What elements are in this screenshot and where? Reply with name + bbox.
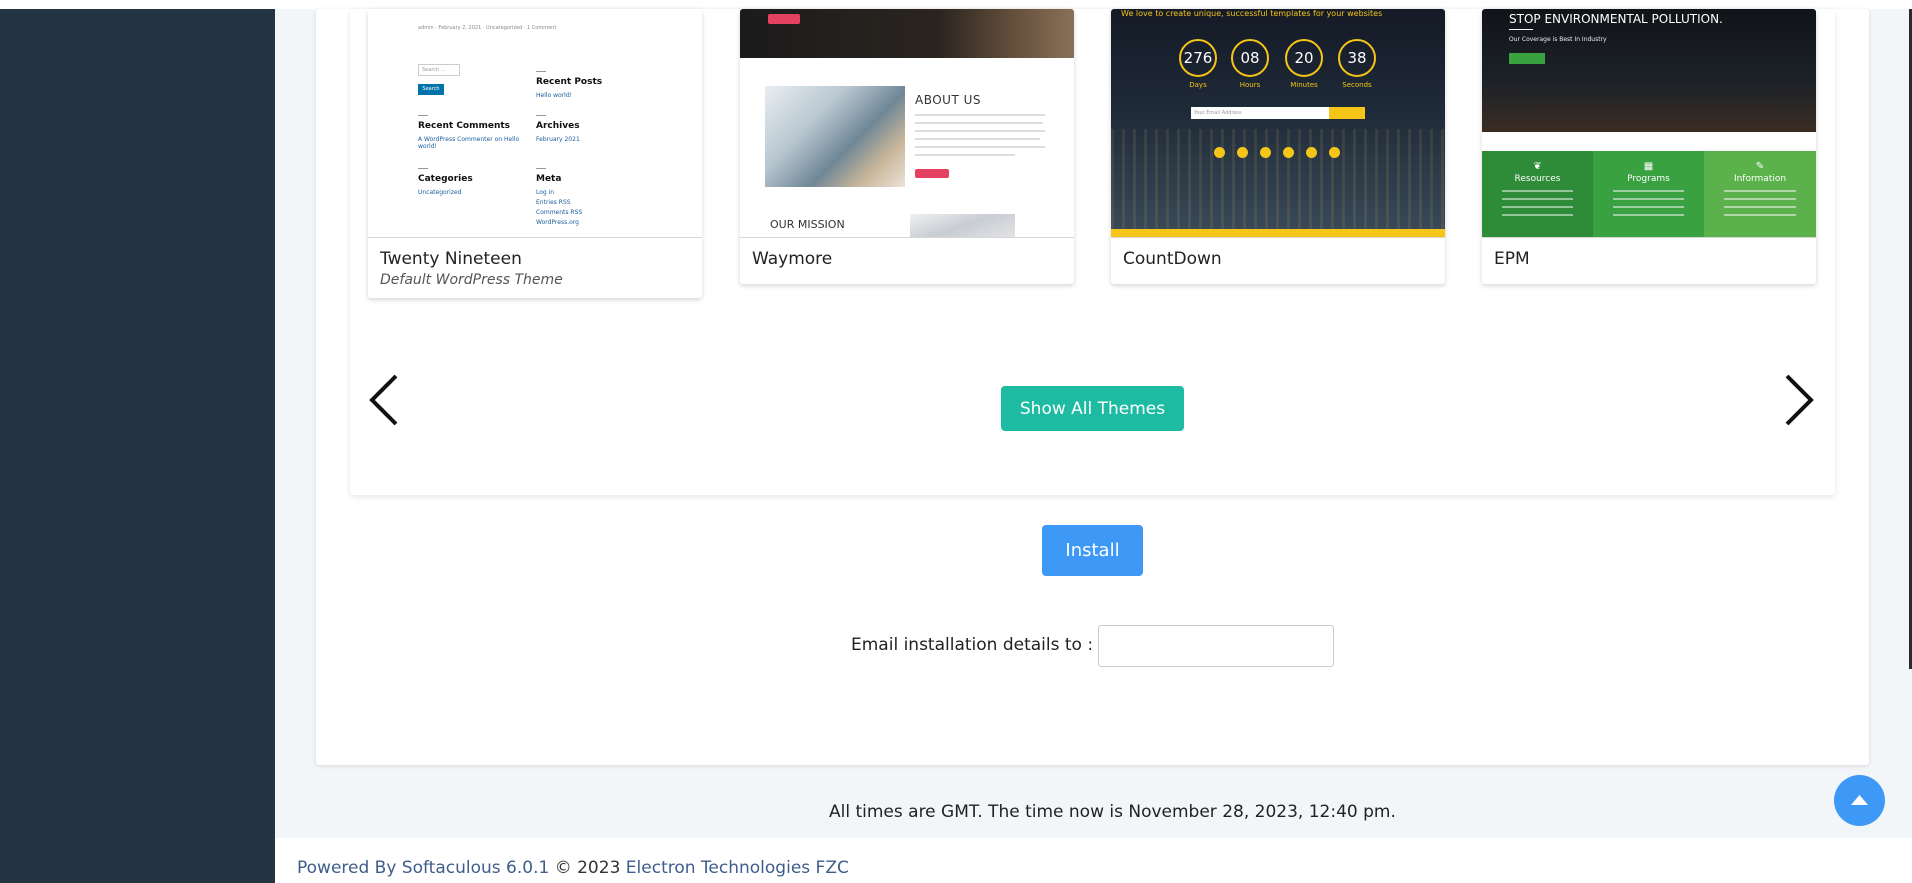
theme-name: Waymore [752, 249, 833, 269]
grid-icon: ▦ [1643, 161, 1654, 172]
caret-up-icon [1851, 795, 1868, 805]
thumb-button [768, 14, 800, 24]
theme-thumbnail: We love to create unique, successful tem… [1111, 9, 1445, 238]
divider [536, 168, 546, 169]
thumb-hero [1482, 9, 1816, 132]
theme-name: CountDown [1123, 249, 1222, 269]
thumb-heading: OUR MISSION [770, 218, 845, 231]
countdown-unit: Hours [1239, 81, 1261, 89]
thumb-subscribe-button [1329, 107, 1365, 119]
thumb-link: Entries RSS [536, 199, 571, 206]
post-meta: admin · February 2, 2021 · Uncategorized… [418, 25, 557, 31]
thumb-heading: Recent Posts [536, 77, 603, 87]
theme-name: Twenty Nineteen [380, 249, 522, 269]
social-icon [1329, 147, 1340, 158]
thumb-link: Comments RSS [536, 209, 583, 216]
office-photo [765, 86, 905, 187]
interior-photo [910, 214, 1015, 237]
thumb-button [1509, 53, 1545, 64]
thumb-column: ▦ Programs [1593, 151, 1704, 237]
chevron-left-icon[interactable] [366, 372, 406, 428]
email-label: Email installation details to : [851, 635, 1094, 655]
countdown-unit: Seconds [1342, 81, 1372, 89]
social-icon [1260, 147, 1271, 158]
countdown-circle: 20 [1285, 39, 1323, 77]
social-icon [1306, 147, 1317, 158]
theme-card-waymore[interactable]: ABOUT US OUR MISSION Waymore [740, 9, 1074, 284]
countdown-circle: 38 [1338, 39, 1376, 77]
show-all-themes-button[interactable]: Show All Themes [1001, 386, 1184, 431]
edit-icon: ✎ [1755, 161, 1765, 172]
thumb-tagline: We love to create unique, successful tem… [1121, 9, 1383, 18]
thumb-heading: Meta [536, 174, 562, 184]
countdown-circle: 08 [1231, 39, 1269, 77]
divider [418, 168, 428, 169]
theme-subtitle: Default WordPress Theme [380, 272, 563, 288]
thumb-heading: ABOUT US [915, 93, 982, 107]
thumb-footer-bar [1111, 229, 1445, 237]
theme-card-twenty-nineteen[interactable]: admin · February 2, 2021 · Uncategorized… [368, 9, 702, 298]
thumb-heading: Categories [418, 174, 473, 184]
top-strip [0, 0, 1912, 9]
text-line [915, 114, 1045, 116]
thumb-link: February 2021 [536, 136, 580, 143]
softaculous-link[interactable]: Powered By Softaculous 6.0.1 [297, 858, 549, 878]
theme-card-countdown[interactable]: We love to create unique, successful tem… [1111, 9, 1445, 284]
column-title: Information [1733, 174, 1787, 184]
copyright-text: © 2023 [549, 858, 626, 878]
email-input[interactable] [1098, 625, 1334, 667]
theme-name: EPM [1494, 249, 1530, 269]
theme-thumbnail: STOP ENVIRONMENTAL POLLUTION. Our Covera… [1482, 9, 1816, 238]
thumb-subheading: Our Coverage is Best In Industry [1509, 36, 1607, 43]
sidebar [0, 9, 275, 883]
thumb-link: A WordPress Commenter on Hello world! [418, 136, 520, 150]
column-title: Resources [1514, 174, 1561, 184]
scroll-to-top-button[interactable] [1834, 775, 1885, 826]
divider [418, 115, 428, 116]
leaf-icon: ❦ [1533, 161, 1542, 172]
countdown-unit: Minutes [1290, 81, 1318, 89]
divider [536, 115, 546, 116]
countdown-unit: Days [1189, 81, 1207, 89]
server-time: All times are GMT. The time now is Novem… [829, 802, 1396, 822]
text-line [915, 146, 1045, 148]
company-link[interactable]: Electron Technologies FZC [626, 858, 849, 878]
thumb-link: WordPress.org [536, 219, 579, 226]
thumb-heading: Archives [536, 121, 580, 131]
footer: Powered By Softaculous 6.0.1 © 2023 Elec… [297, 858, 849, 878]
thumb-search-input: Search ... [418, 64, 460, 76]
chevron-right-icon[interactable] [1777, 372, 1817, 428]
thumb-link: Uncategorized [418, 189, 462, 196]
divider [536, 71, 546, 72]
theme-thumbnail: ABOUT US OUR MISSION [740, 9, 1074, 238]
thumb-heading: STOP ENVIRONMENTAL POLLUTION. [1509, 12, 1723, 26]
column-title: Programs [1627, 174, 1670, 184]
countdown-circle: 276 [1179, 39, 1217, 77]
text-line [915, 138, 1040, 140]
theme-card-epm[interactable]: STOP ENVIRONMENTAL POLLUTION. Our Covera… [1482, 9, 1816, 284]
install-button[interactable]: Install [1042, 525, 1143, 576]
thumb-column: ✎ Information [1704, 151, 1816, 237]
thumb-button [915, 169, 949, 178]
divider [1509, 29, 1533, 30]
thumb-email-input: Your Email Address [1191, 107, 1329, 119]
social-icon [1283, 147, 1294, 158]
theme-thumbnail: admin · February 2, 2021 · Uncategorized… [368, 9, 702, 238]
city-lights [1111, 129, 1445, 229]
social-icon [1214, 147, 1225, 158]
thumb-column: ❦ Resources [1482, 151, 1593, 237]
thumb-link: Hello world! [536, 92, 573, 99]
thumb-search-button: Search [418, 84, 444, 95]
text-line [915, 154, 1015, 156]
thumb-link: Log in [536, 189, 555, 196]
social-icon [1237, 147, 1248, 158]
thumb-heading: Recent Comments [418, 121, 511, 131]
text-line [915, 122, 1043, 124]
text-line [915, 130, 1045, 132]
